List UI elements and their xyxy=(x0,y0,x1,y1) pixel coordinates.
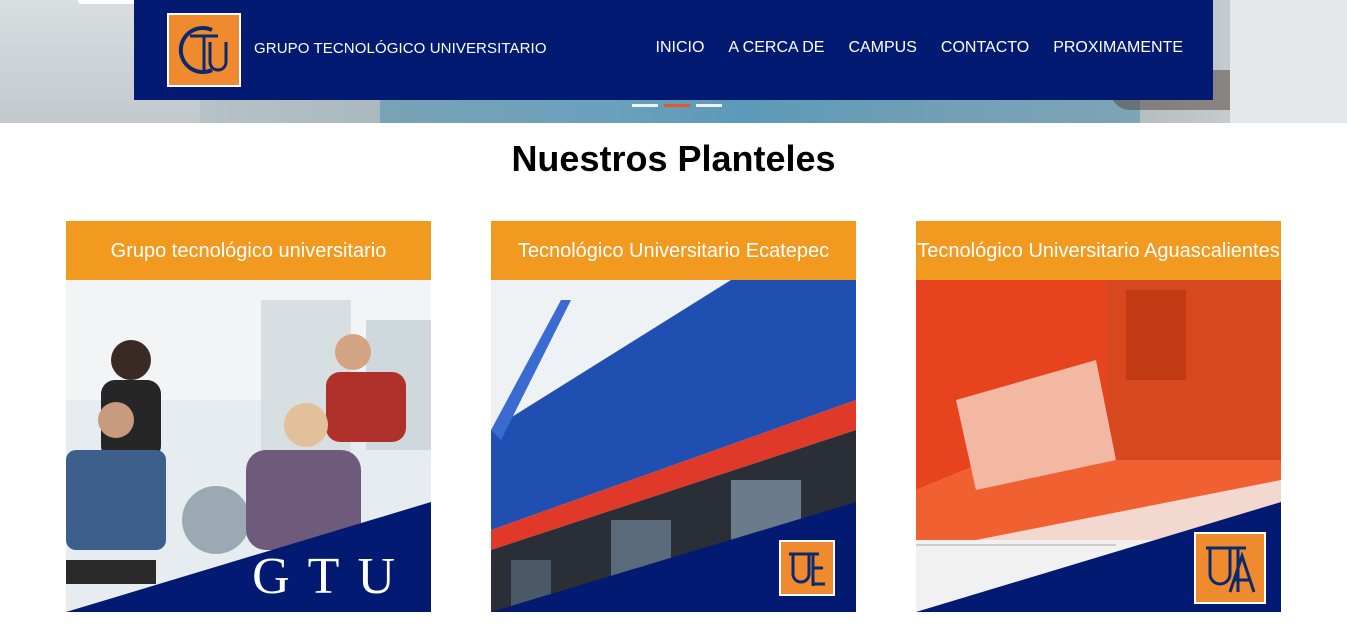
uta-emblem-icon xyxy=(1194,532,1266,604)
section-title: Nuestros Planteles xyxy=(511,138,836,179)
nav-inicio[interactable]: INICIO xyxy=(656,39,705,57)
gtu-logo-icon[interactable] xyxy=(167,13,241,87)
card-title: Tecnológico Universitario Aguascalientes xyxy=(916,221,1281,280)
campus-card-ecatepec[interactable]: Tecnológico Universitario Ecatepec xyxy=(491,221,856,612)
campus-card-aguascalientes[interactable]: Tecnológico Universitario Aguascalientes xyxy=(916,221,1281,612)
card-image-students: GTU xyxy=(66,280,431,612)
card-title: Tecnológico Universitario Ecatepec xyxy=(491,221,856,280)
gtu-overlay-text: GTU xyxy=(252,548,413,605)
slider-indicators[interactable] xyxy=(632,104,722,107)
main-menu: INICIO A CERCA DE CAMPUS CONTACTO PROXIM… xyxy=(656,39,1183,57)
nav-a-cerca-de[interactable]: A CERCA DE xyxy=(728,39,824,57)
ute-emblem-icon xyxy=(779,540,835,596)
slider-dot[interactable] xyxy=(632,104,658,107)
nav-proximamente[interactable]: PROXIMAMENTE xyxy=(1053,39,1183,57)
nav-campus[interactable]: CAMPUS xyxy=(848,39,916,57)
brand-name[interactable]: GRUPO TECNOLÓGICO UNIVERSITARIO xyxy=(254,40,547,57)
card-image-aguascalientes-building xyxy=(916,280,1281,612)
campus-card-gtu[interactable]: Grupo tecnológico universitario GTU xyxy=(66,221,431,612)
slider-dot[interactable] xyxy=(696,104,722,107)
nav-contacto[interactable]: CONTACTO xyxy=(941,39,1029,57)
hero-background xyxy=(1230,0,1347,123)
main-navbar: GRUPO TECNOLÓGICO UNIVERSITARIO INICIO A… xyxy=(134,0,1213,100)
card-title: Grupo tecnológico universitario xyxy=(66,221,431,280)
slider-dot-active[interactable] xyxy=(664,104,690,107)
card-image-ecatepec-building xyxy=(491,280,856,612)
hero-top-tab xyxy=(78,0,136,4)
